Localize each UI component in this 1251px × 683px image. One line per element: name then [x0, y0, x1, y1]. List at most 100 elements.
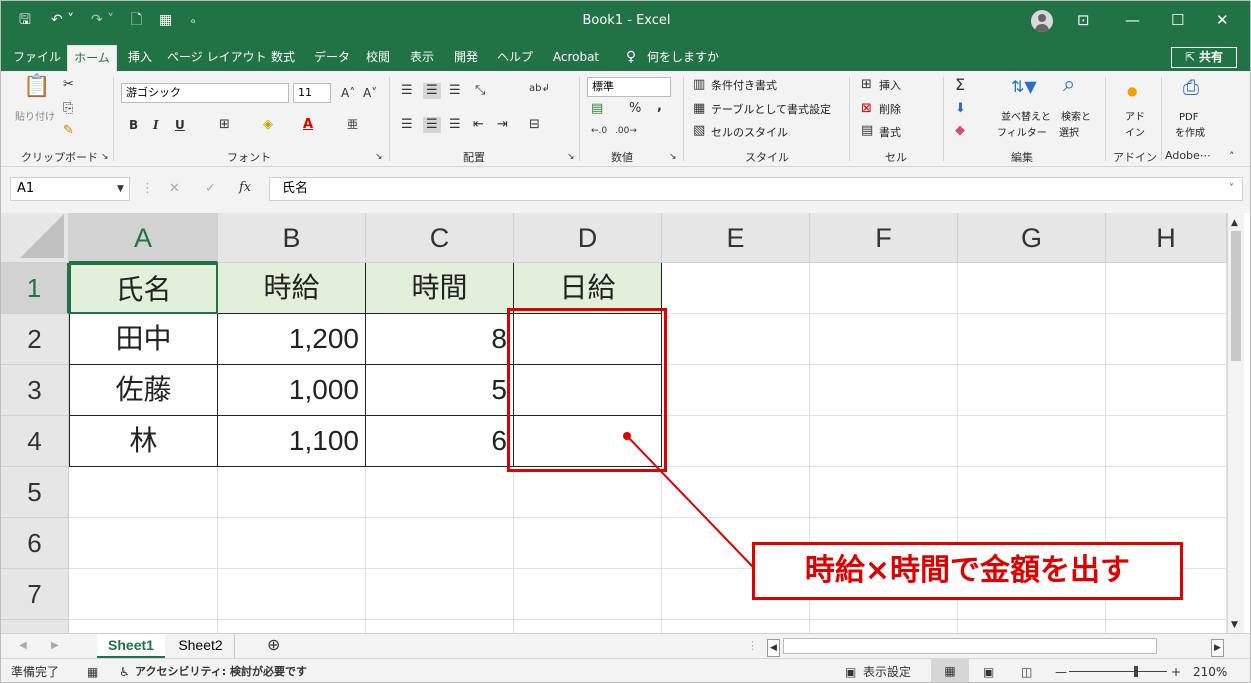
column-header-g[interactable]: G — [958, 213, 1106, 263]
empty-cell[interactable] — [958, 416, 1106, 467]
fill-icon[interactable]: ⬇ — [955, 101, 966, 117]
insert-cells-icon[interactable]: ⊞ — [861, 77, 872, 93]
empty-cell[interactable] — [218, 467, 366, 518]
cell-b4[interactable]: 1,100 — [218, 416, 366, 467]
expand-formula-icon[interactable]: ˅ — [1229, 181, 1234, 197]
accessibility-status[interactable]: アクセシビリティ: 検討が必要です — [135, 664, 307, 680]
page-layout-view-icon[interactable]: ▣ — [983, 664, 994, 680]
empty-cell[interactable] — [218, 620, 366, 633]
paste-label[interactable]: 貼り付け — [15, 111, 55, 125]
name-box-dropdown-icon[interactable]: ▼ — [117, 181, 124, 197]
share-button[interactable]: ⇱ 共有 — [1171, 47, 1237, 68]
font-color-icon[interactable]: A — [303, 117, 313, 133]
empty-cell[interactable] — [1106, 314, 1227, 365]
copy-icon[interactable]: ⎘ — [63, 101, 73, 117]
column-header-b[interactable]: B — [218, 213, 366, 263]
empty-cell[interactable] — [1106, 365, 1227, 416]
scroll-up-icon[interactable]: ▲ — [1231, 215, 1238, 231]
cell-styles-icon[interactable]: ▧ — [693, 123, 705, 139]
font-name-select[interactable]: 游ゴシック — [121, 83, 289, 103]
next-sheet-icon[interactable]: ▶ — [51, 638, 59, 654]
empty-cell[interactable] — [366, 620, 514, 633]
cell-styles-button[interactable]: セルのスタイル — [711, 126, 788, 140]
row-header-4[interactable]: 4 — [1, 416, 69, 467]
create-pdf-icon[interactable]: ⎙ — [1183, 77, 1199, 97]
empty-cell[interactable] — [514, 518, 662, 569]
tab-help[interactable]: ヘルプ — [491, 45, 539, 71]
sort-filter-label-2[interactable]: フィルター — [997, 127, 1047, 141]
align-top-icon[interactable]: ☰ — [401, 83, 413, 99]
alignment-launcher-icon[interactable]: ↘ — [567, 149, 575, 165]
tab-acrobat[interactable]: Acrobat — [547, 45, 605, 71]
empty-cell[interactable] — [69, 518, 218, 569]
enter-entry-icon[interactable]: ✓ — [205, 181, 216, 197]
percent-button[interactable]: % — [629, 101, 641, 117]
empty-cell[interactable] — [958, 263, 1106, 314]
insert-cells-button[interactable]: 挿入 — [879, 79, 901, 93]
align-bottom-icon[interactable]: ☰ — [449, 83, 461, 99]
empty-cell[interactable] — [514, 467, 662, 518]
empty-cell[interactable] — [810, 263, 958, 314]
sheet-tab-sheet1[interactable]: Sheet1 — [97, 634, 165, 658]
empty-cell[interactable] — [514, 569, 662, 620]
empty-cell[interactable] — [810, 467, 958, 518]
scroll-left-icon[interactable]: ◀ — [767, 639, 780, 657]
tab-page-layout[interactable]: ページ レイアウト — [167, 45, 267, 71]
row-header-5[interactable]: 5 — [1, 467, 69, 518]
increase-indent-icon[interactable]: ⇥ — [497, 117, 508, 133]
scroll-right-icon[interactable]: ▶ — [1211, 639, 1224, 657]
underline-button[interactable]: U — [175, 117, 185, 133]
empty-cell[interactable] — [662, 620, 810, 633]
maximize-button[interactable]: ☐ — [1171, 10, 1184, 30]
cell-a2[interactable]: 田中 — [69, 314, 218, 365]
cell-a4[interactable]: 林 — [69, 416, 218, 467]
tell-me-box[interactable]: 何をしますか — [647, 45, 727, 71]
tab-formulas[interactable]: 数式 — [263, 45, 303, 71]
format-cells-icon[interactable]: ▤ — [861, 123, 873, 139]
grow-font-icon[interactable]: A˄ — [341, 85, 355, 101]
insert-function-button[interactable]: fx — [239, 180, 251, 196]
macro-record-icon[interactable]: ▦ — [87, 664, 98, 680]
format-as-table-button[interactable]: テーブルとして書式設定 — [711, 103, 831, 117]
decrease-decimal-icon[interactable]: .00→ — [615, 123, 637, 139]
accounting-icon[interactable]: ▤ — [591, 101, 603, 117]
number-launcher-icon[interactable]: ↘ — [669, 149, 677, 165]
paste-icon[interactable]: 📋 — [23, 76, 50, 98]
cell-c1[interactable]: 時間 — [366, 263, 514, 314]
ribbon-display-icon[interactable]: ⊡ — [1077, 10, 1090, 30]
tab-review[interactable]: 校閲 — [359, 45, 397, 71]
zoom-slider-thumb[interactable] — [1133, 666, 1138, 677]
sort-filter-icon[interactable]: ⇅▼ — [1011, 79, 1037, 95]
cell-c2[interactable]: 8 — [366, 314, 514, 365]
close-button[interactable]: ✕ — [1216, 10, 1229, 30]
column-header-e[interactable]: E — [662, 213, 810, 263]
italic-button[interactable]: I — [153, 117, 159, 133]
column-header-a[interactable]: A — [69, 213, 218, 263]
phonetic-icon[interactable]: 亜 — [347, 117, 358, 133]
new-sheet-button[interactable]: ⊕ — [267, 637, 280, 653]
conditional-format-icon[interactable]: ▥ — [693, 77, 705, 93]
tab-split-grip[interactable]: ⋮ — [747, 638, 758, 654]
empty-cell[interactable] — [514, 620, 662, 633]
empty-cell[interactable] — [1106, 467, 1227, 518]
column-header-h[interactable]: H — [1106, 213, 1227, 263]
tab-home[interactable]: ホーム — [67, 45, 117, 71]
borders-icon[interactable]: ⊞ — [219, 117, 230, 133]
sheet-tab-sheet2[interactable]: Sheet2 — [167, 634, 235, 658]
increase-decimal-icon[interactable]: ←.0 — [591, 123, 607, 139]
zoom-out-button[interactable]: — — [1055, 664, 1067, 680]
normal-view-icon[interactable]: ▦ — [931, 659, 969, 682]
display-settings-icon[interactable]: ▣ — [845, 664, 856, 680]
format-painter-icon[interactable]: ✎ — [63, 123, 74, 139]
empty-cell[interactable] — [662, 365, 810, 416]
formula-input[interactable]: 氏名 — [269, 177, 1243, 201]
cell-a1[interactable]: 氏名 — [69, 263, 218, 314]
page-break-view-icon[interactable]: ◫ — [1021, 664, 1032, 680]
cell-d1[interactable]: 日給 — [514, 263, 662, 314]
empty-cell[interactable] — [810, 620, 958, 633]
cell-a3[interactable]: 佐藤 — [69, 365, 218, 416]
tab-view[interactable]: 表示 — [403, 45, 441, 71]
minimize-button[interactable]: — — [1125, 10, 1140, 30]
sort-filter-label-1[interactable]: 並べ替えと — [1001, 111, 1051, 125]
addin-label-1[interactable]: アド — [1125, 111, 1145, 125]
